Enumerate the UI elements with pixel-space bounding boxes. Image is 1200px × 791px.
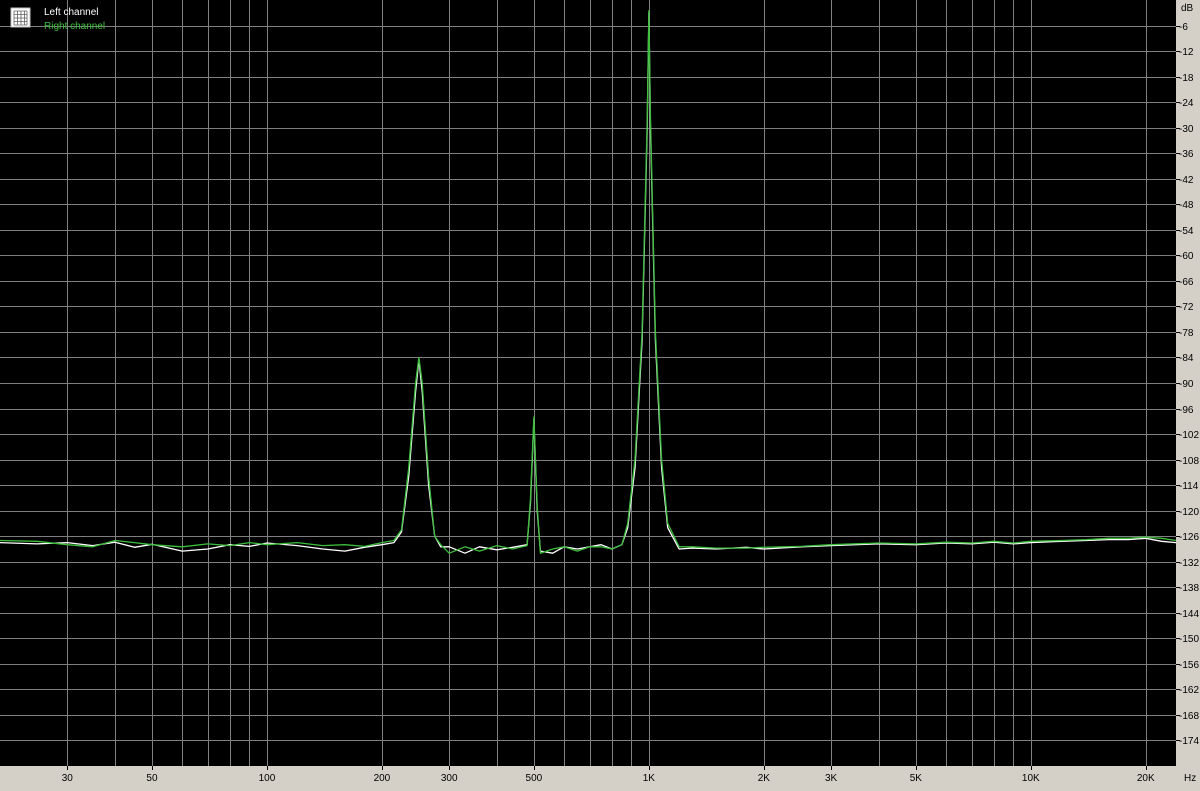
y-tick-label: -114	[1179, 481, 1199, 492]
x-tick-label: 100	[259, 773, 276, 784]
y-tick-label: -24	[1179, 98, 1194, 109]
legend-entry-left-channel: Left channel	[44, 7, 99, 18]
y-tick-label: -144	[1179, 609, 1199, 620]
y-tick-label: -60	[1179, 251, 1194, 262]
y-tick-label: -54	[1179, 226, 1194, 237]
y-tick-label: -42	[1179, 175, 1194, 186]
y-tick-label: -78	[1179, 328, 1194, 339]
legend-entry-right-channel: Right channel	[44, 21, 105, 32]
x-tick-label: 1K	[643, 773, 656, 784]
x-tick-label: 30	[62, 773, 74, 784]
y-tick-label: -138	[1179, 583, 1199, 594]
y-tick-label: -150	[1179, 634, 1199, 645]
y-axis-unit-label: dB	[1181, 3, 1194, 14]
spectrum-chart-svg: 30 50 100 200 300 500 1K 2K 3K 5K 10K 20K -6 -12 -18 -…	[0, 0, 1200, 786]
x-tick-label: 300	[441, 773, 458, 784]
y-tick-label: -36	[1179, 149, 1194, 160]
y-tick-label: -18	[1179, 73, 1194, 84]
y-tick-label: -156	[1179, 660, 1199, 671]
y-tick-label: -132	[1179, 558, 1199, 569]
y-tick-label: -90	[1179, 379, 1194, 390]
y-tick-label: -96	[1179, 405, 1194, 416]
y-tick-label: -168	[1179, 711, 1199, 722]
y-tick-label: -120	[1179, 507, 1199, 518]
x-tick-label: 50	[146, 773, 158, 784]
x-tick-label: 10K	[1022, 773, 1040, 784]
x-tick-label: 20K	[1137, 773, 1155, 784]
x-tick-label: 500	[526, 773, 543, 784]
x-tick-label: 200	[374, 773, 391, 784]
y-tick-label: -162	[1179, 685, 1199, 696]
y-tick-label: -48	[1179, 200, 1194, 211]
y-tick-label: -12	[1179, 47, 1194, 58]
y-tick-label: -102	[1179, 430, 1199, 441]
x-tick-label: 5K	[910, 773, 923, 784]
y-tick-label: -126	[1179, 532, 1199, 543]
x-tick-label: 2K	[758, 773, 771, 784]
spectrum-chart: 30 50 100 200 300 500 1K 2K 3K 5K 10K 20K -6 -12 -18 -…	[0, 0, 1200, 786]
y-tick-label: -30	[1179, 124, 1194, 135]
x-tick-label: 3K	[825, 773, 838, 784]
x-axis-unit-label: Hz	[1184, 773, 1196, 784]
y-tick-label: -108	[1179, 456, 1199, 467]
y-tick-label: -84	[1179, 353, 1194, 364]
y-tick-label: -174	[1179, 736, 1199, 747]
y-tick-label: -6	[1179, 22, 1188, 33]
y-tick-label: -66	[1179, 277, 1194, 288]
y-tick-label: -72	[1179, 302, 1194, 313]
